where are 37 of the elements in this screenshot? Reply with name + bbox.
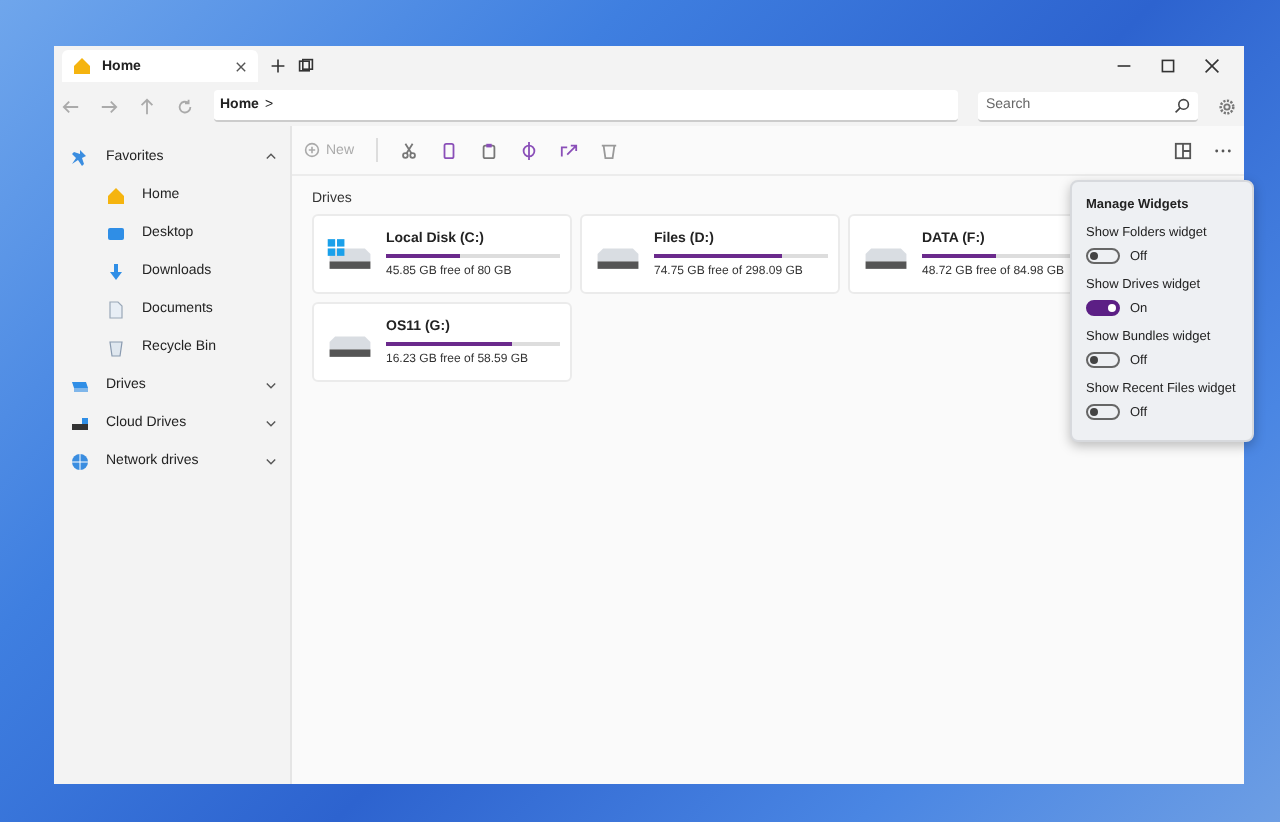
home-icon <box>106 185 126 205</box>
pin-icon <box>70 147 90 167</box>
chevron-up-icon <box>264 150 278 164</box>
maximize-icon <box>1160 58 1176 74</box>
close-icon <box>1204 58 1220 74</box>
refresh-icon <box>176 97 194 115</box>
toggle-switch[interactable] <box>1086 248 1120 264</box>
cloud-drive-icon <box>70 413 90 433</box>
add-tab-icon <box>270 58 286 74</box>
delete-icon <box>600 141 619 159</box>
settings-icon <box>1218 97 1236 115</box>
tabs-icon <box>298 58 314 74</box>
search-icon <box>1174 97 1190 113</box>
layout-icon <box>1174 141 1192 159</box>
add-circle-icon <box>304 142 320 158</box>
desktop-icon <box>106 223 126 243</box>
back-icon <box>62 97 80 115</box>
chevron-down-icon <box>264 416 278 430</box>
network-icon <box>70 451 90 471</box>
toggle-switch[interactable] <box>1086 404 1120 420</box>
close-icon <box>234 59 248 73</box>
rename-icon <box>520 141 539 159</box>
forward-icon <box>100 97 118 115</box>
download-icon <box>106 261 126 281</box>
chevron-down-icon <box>264 378 278 392</box>
chevron-down-icon <box>264 454 278 468</box>
up-icon <box>138 97 156 115</box>
document-icon <box>106 299 126 319</box>
system-drive-icon <box>324 236 376 272</box>
recycle-bin-icon <box>106 337 126 357</box>
paste-icon <box>480 141 499 159</box>
cut-icon <box>400 141 419 159</box>
home-icon <box>72 56 92 76</box>
toggle-switch[interactable] <box>1086 352 1120 368</box>
share-icon <box>560 141 579 159</box>
copy-icon <box>440 141 459 159</box>
toggle-switch[interactable] <box>1086 300 1120 316</box>
